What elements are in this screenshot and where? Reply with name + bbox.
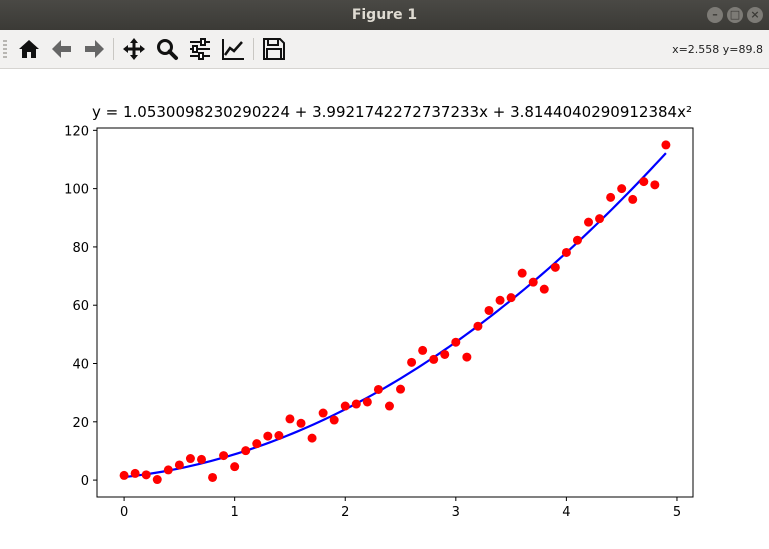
data-point [584, 217, 594, 227]
data-point [539, 284, 549, 294]
y-tick-label: 120 [64, 124, 89, 139]
y-tick-label: 0 [81, 474, 89, 489]
data-point [351, 399, 361, 409]
floppy-disk-icon [263, 38, 285, 60]
data-point [617, 184, 627, 194]
figure-canvas[interactable]: y = 1.0530098230290224 + 3.9921742272737… [0, 69, 769, 549]
back-button[interactable] [49, 36, 75, 62]
data-point [429, 354, 439, 364]
x-tick-label: 5 [673, 505, 681, 520]
data-point [661, 140, 671, 150]
data-point [628, 194, 638, 204]
y-axis: 0 20 40 60 80 100 120 [64, 124, 97, 489]
data-point [606, 192, 616, 202]
x-tick-label: 1 [231, 505, 239, 520]
y-tick-label: 80 [72, 241, 89, 256]
line-chart-icon [222, 39, 244, 60]
data-point [119, 470, 129, 480]
window-title: Figure 1 [351, 7, 418, 23]
toolbar: x=2.558 y=89.8 [0, 30, 769, 69]
data-point [340, 401, 350, 411]
maximize-icon[interactable]: □ [727, 7, 743, 23]
y-tick-label: 60 [72, 299, 89, 314]
x-axis: 0 1 2 3 4 5 [120, 497, 681, 520]
data-point [484, 305, 494, 315]
x-tick-label: 2 [341, 505, 349, 520]
data-point [528, 277, 538, 287]
window-titlebar: Figure 1 – □ × [0, 0, 769, 30]
move-arrows-icon [123, 38, 145, 60]
y-tick-label: 20 [72, 416, 89, 431]
data-point [274, 431, 284, 440]
data-point [185, 454, 195, 464]
data-point [550, 262, 560, 272]
data-point [473, 321, 483, 331]
data-point [506, 293, 516, 303]
toolbar-grip [3, 40, 7, 58]
data-point [639, 177, 649, 187]
x-tick-label: 4 [562, 505, 570, 520]
home-button[interactable] [16, 36, 42, 62]
data-point [650, 180, 660, 190]
chart-title: y = 1.0530098230290224 + 3.9921742272737… [92, 103, 692, 121]
plot-svg: y = 1.0530098230290224 + 3.9921742272737… [64, 103, 694, 520]
data-point [307, 433, 317, 443]
minimize-icon[interactable]: – [707, 7, 723, 23]
x-tick-label: 0 [120, 505, 128, 520]
data-point [230, 462, 240, 472]
sliders-icon [190, 38, 210, 60]
data-point [362, 397, 372, 407]
y-tick-label: 40 [72, 358, 89, 373]
subplots-button[interactable] [187, 36, 213, 62]
toolbar-separator [113, 38, 114, 60]
data-point [384, 401, 394, 411]
arrow-left-icon [52, 40, 71, 58]
data-point [495, 295, 505, 305]
data-point [263, 431, 273, 441]
data-point [418, 345, 428, 355]
data-point [329, 415, 339, 425]
data-point [396, 384, 406, 394]
home-icon [19, 40, 39, 58]
data-point [462, 352, 472, 362]
data-point [296, 418, 306, 428]
zoom-button[interactable] [154, 36, 180, 62]
data-point [241, 446, 251, 456]
data-point [252, 439, 262, 449]
edit-axes-button[interactable] [220, 36, 246, 62]
magnifier-icon [157, 39, 178, 60]
data-point [595, 214, 605, 224]
data-point [517, 268, 527, 278]
data-point [196, 454, 206, 464]
data-point [152, 475, 162, 485]
forward-button[interactable] [81, 36, 107, 62]
x-tick-label: 3 [452, 505, 460, 520]
axes-frame [96, 127, 694, 498]
data-point [440, 349, 450, 359]
toolbar-separator [253, 38, 254, 60]
close-icon[interactable]: × [747, 7, 763, 23]
data-point [163, 465, 173, 475]
data-point [174, 460, 184, 470]
data-point [561, 247, 571, 257]
save-button[interactable] [261, 36, 287, 62]
data-point [285, 414, 295, 424]
data-point [208, 472, 218, 482]
cursor-coordinates: x=2.558 y=89.8 [672, 43, 763, 56]
arrow-right-icon [85, 40, 104, 58]
data-point [572, 235, 582, 245]
data-point [318, 408, 328, 418]
data-point [130, 468, 140, 478]
data-point [407, 357, 417, 367]
data-point [141, 470, 151, 480]
pan-button[interactable] [121, 36, 147, 62]
data-point [219, 451, 229, 461]
data-point [373, 384, 383, 394]
data-point [451, 337, 461, 347]
y-tick-label: 100 [64, 183, 89, 198]
